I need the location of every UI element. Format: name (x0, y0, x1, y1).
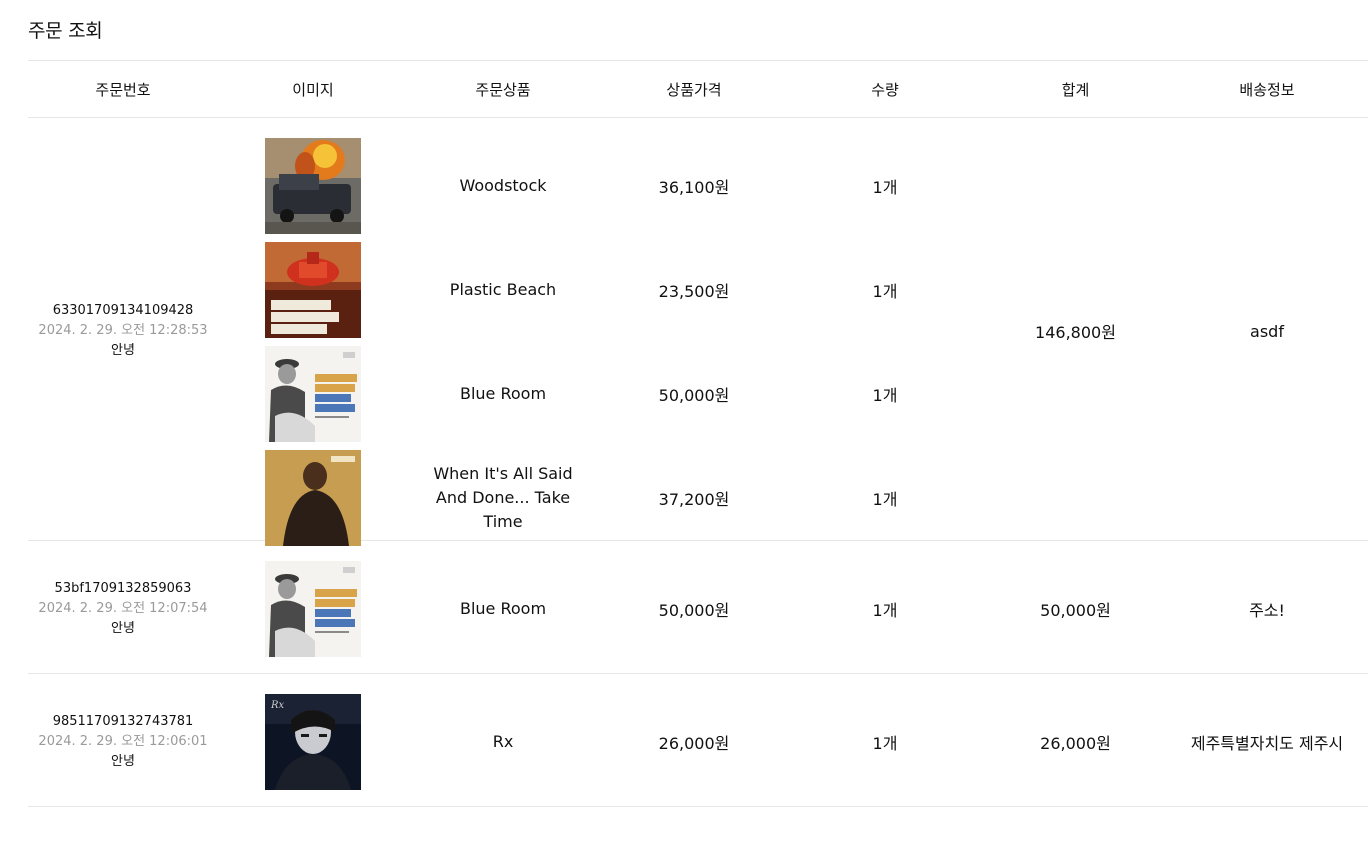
order-date: 2024. 2. 29. 오전 12:28:53 (38, 323, 208, 338)
item-qty: 1개 (872, 734, 898, 753)
order-number: 53bf1709132859063 (54, 581, 192, 596)
column-header-product: 주문상품 (475, 80, 531, 99)
order-item-row: Rx Rx 26,000원 1개 (218, 694, 980, 790)
item-qty: 1개 (872, 282, 898, 301)
order-total: 146,800원 (1035, 323, 1116, 342)
order-info: 63301709134109428 2024. 2. 29. 오전 12:28:… (28, 138, 218, 524)
column-header-qty: 수량 (871, 80, 899, 99)
order-items: Woodstock 36,100원 1개 Plastic Beach 23,50… (218, 138, 980, 546)
order-lookup-page: 주문 조회 주문번호 이미지 주문상품 상품가격 수량 합계 배송정보 6330… (0, 0, 1368, 864)
order-shipping: asdf (1250, 321, 1284, 341)
column-header-price: 상품가격 (666, 80, 722, 99)
item-qty: 1개 (872, 490, 898, 509)
order-row: 63301709134109428 2024. 2. 29. 오전 12:28:… (28, 118, 1368, 546)
order-row: 98511709132743781 2024. 2. 29. 오전 12:06:… (28, 674, 1368, 807)
when-its-all-said-cover[interactable] (265, 450, 361, 546)
order-item-row: Woodstock 36,100원 1개 (218, 138, 980, 234)
item-price: 50,000원 (658, 601, 730, 620)
order-row: 53bf1709132859063 2024. 2. 29. 오전 12:07:… (28, 541, 1368, 674)
column-header-shipping: 배송정보 (1239, 80, 1295, 99)
item-qty: 1개 (872, 178, 898, 197)
column-header-image: 이미지 (292, 80, 334, 99)
order-item-row: When It's All Said And Done... Take Time… (218, 450, 980, 546)
item-image-cell (218, 242, 408, 338)
item-image-cell: Rx (218, 694, 408, 790)
item-image-cell (218, 346, 408, 442)
item-image-cell (218, 138, 408, 234)
order-info: 53bf1709132859063 2024. 2. 29. 오전 12:07:… (28, 561, 218, 657)
item-price: 36,100원 (658, 178, 730, 197)
woodstock-cover[interactable] (265, 138, 361, 234)
blue-room-cover[interactable] (265, 561, 361, 657)
order-number: 98511709132743781 (52, 714, 194, 729)
order-note: 안녕 (111, 754, 135, 769)
order-shipping: 제주특별자치도 제주시 (1190, 734, 1344, 753)
blue-room-cover[interactable] (265, 346, 361, 442)
orders-table: 주문번호 이미지 주문상품 상품가격 수량 합계 배송정보 6330170913… (28, 60, 1368, 807)
column-header-total: 합계 (1061, 80, 1090, 99)
order-items: Rx Rx 26,000원 1개 (218, 694, 980, 790)
item-image-cell (218, 450, 408, 546)
order-total: 50,000원 (1040, 601, 1111, 620)
order-item-row: Plastic Beach 23,500원 1개 (218, 242, 980, 338)
plastic-beach-cover[interactable] (265, 242, 361, 338)
order-items: Blue Room 50,000원 1개 (218, 561, 980, 657)
svg-text:Rx: Rx (270, 700, 285, 711)
item-price: 23,500원 (658, 282, 730, 301)
order-item-row: Blue Room 50,000원 1개 (218, 561, 980, 657)
column-header-order-no: 주문번호 (95, 80, 151, 99)
item-qty: 1개 (872, 601, 898, 620)
item-name[interactable]: Blue Room (408, 597, 598, 621)
item-name[interactable]: Plastic Beach (408, 278, 598, 302)
item-image-cell (218, 561, 408, 657)
order-item-row: Blue Room 50,000원 1개 (218, 346, 980, 442)
table-header: 주문번호 이미지 주문상품 상품가격 수량 합계 배송정보 (28, 60, 1368, 118)
page-title: 주문 조회 (28, 20, 103, 42)
item-name[interactable]: Rx (408, 730, 598, 754)
order-shipping: 주소! (1249, 601, 1285, 620)
order-note: 안녕 (111, 621, 135, 636)
item-name[interactable]: Woodstock (408, 174, 598, 198)
order-note: 안녕 (111, 343, 135, 358)
order-total: 26,000원 (1040, 734, 1111, 753)
rx-cover[interactable]: Rx (265, 694, 361, 790)
item-name[interactable]: Blue Room (408, 382, 598, 406)
item-qty: 1개 (872, 386, 898, 405)
item-price: 37,200원 (658, 490, 730, 509)
item-name[interactable]: When It's All Said And Done... Take Time (408, 462, 598, 534)
order-date: 2024. 2. 29. 오전 12:07:54 (38, 601, 208, 616)
order-info: 98511709132743781 2024. 2. 29. 오전 12:06:… (28, 694, 218, 790)
order-date: 2024. 2. 29. 오전 12:06:01 (38, 734, 208, 749)
order-number: 63301709134109428 (52, 303, 194, 318)
item-price: 26,000원 (658, 734, 730, 753)
item-price: 50,000원 (658, 386, 730, 405)
